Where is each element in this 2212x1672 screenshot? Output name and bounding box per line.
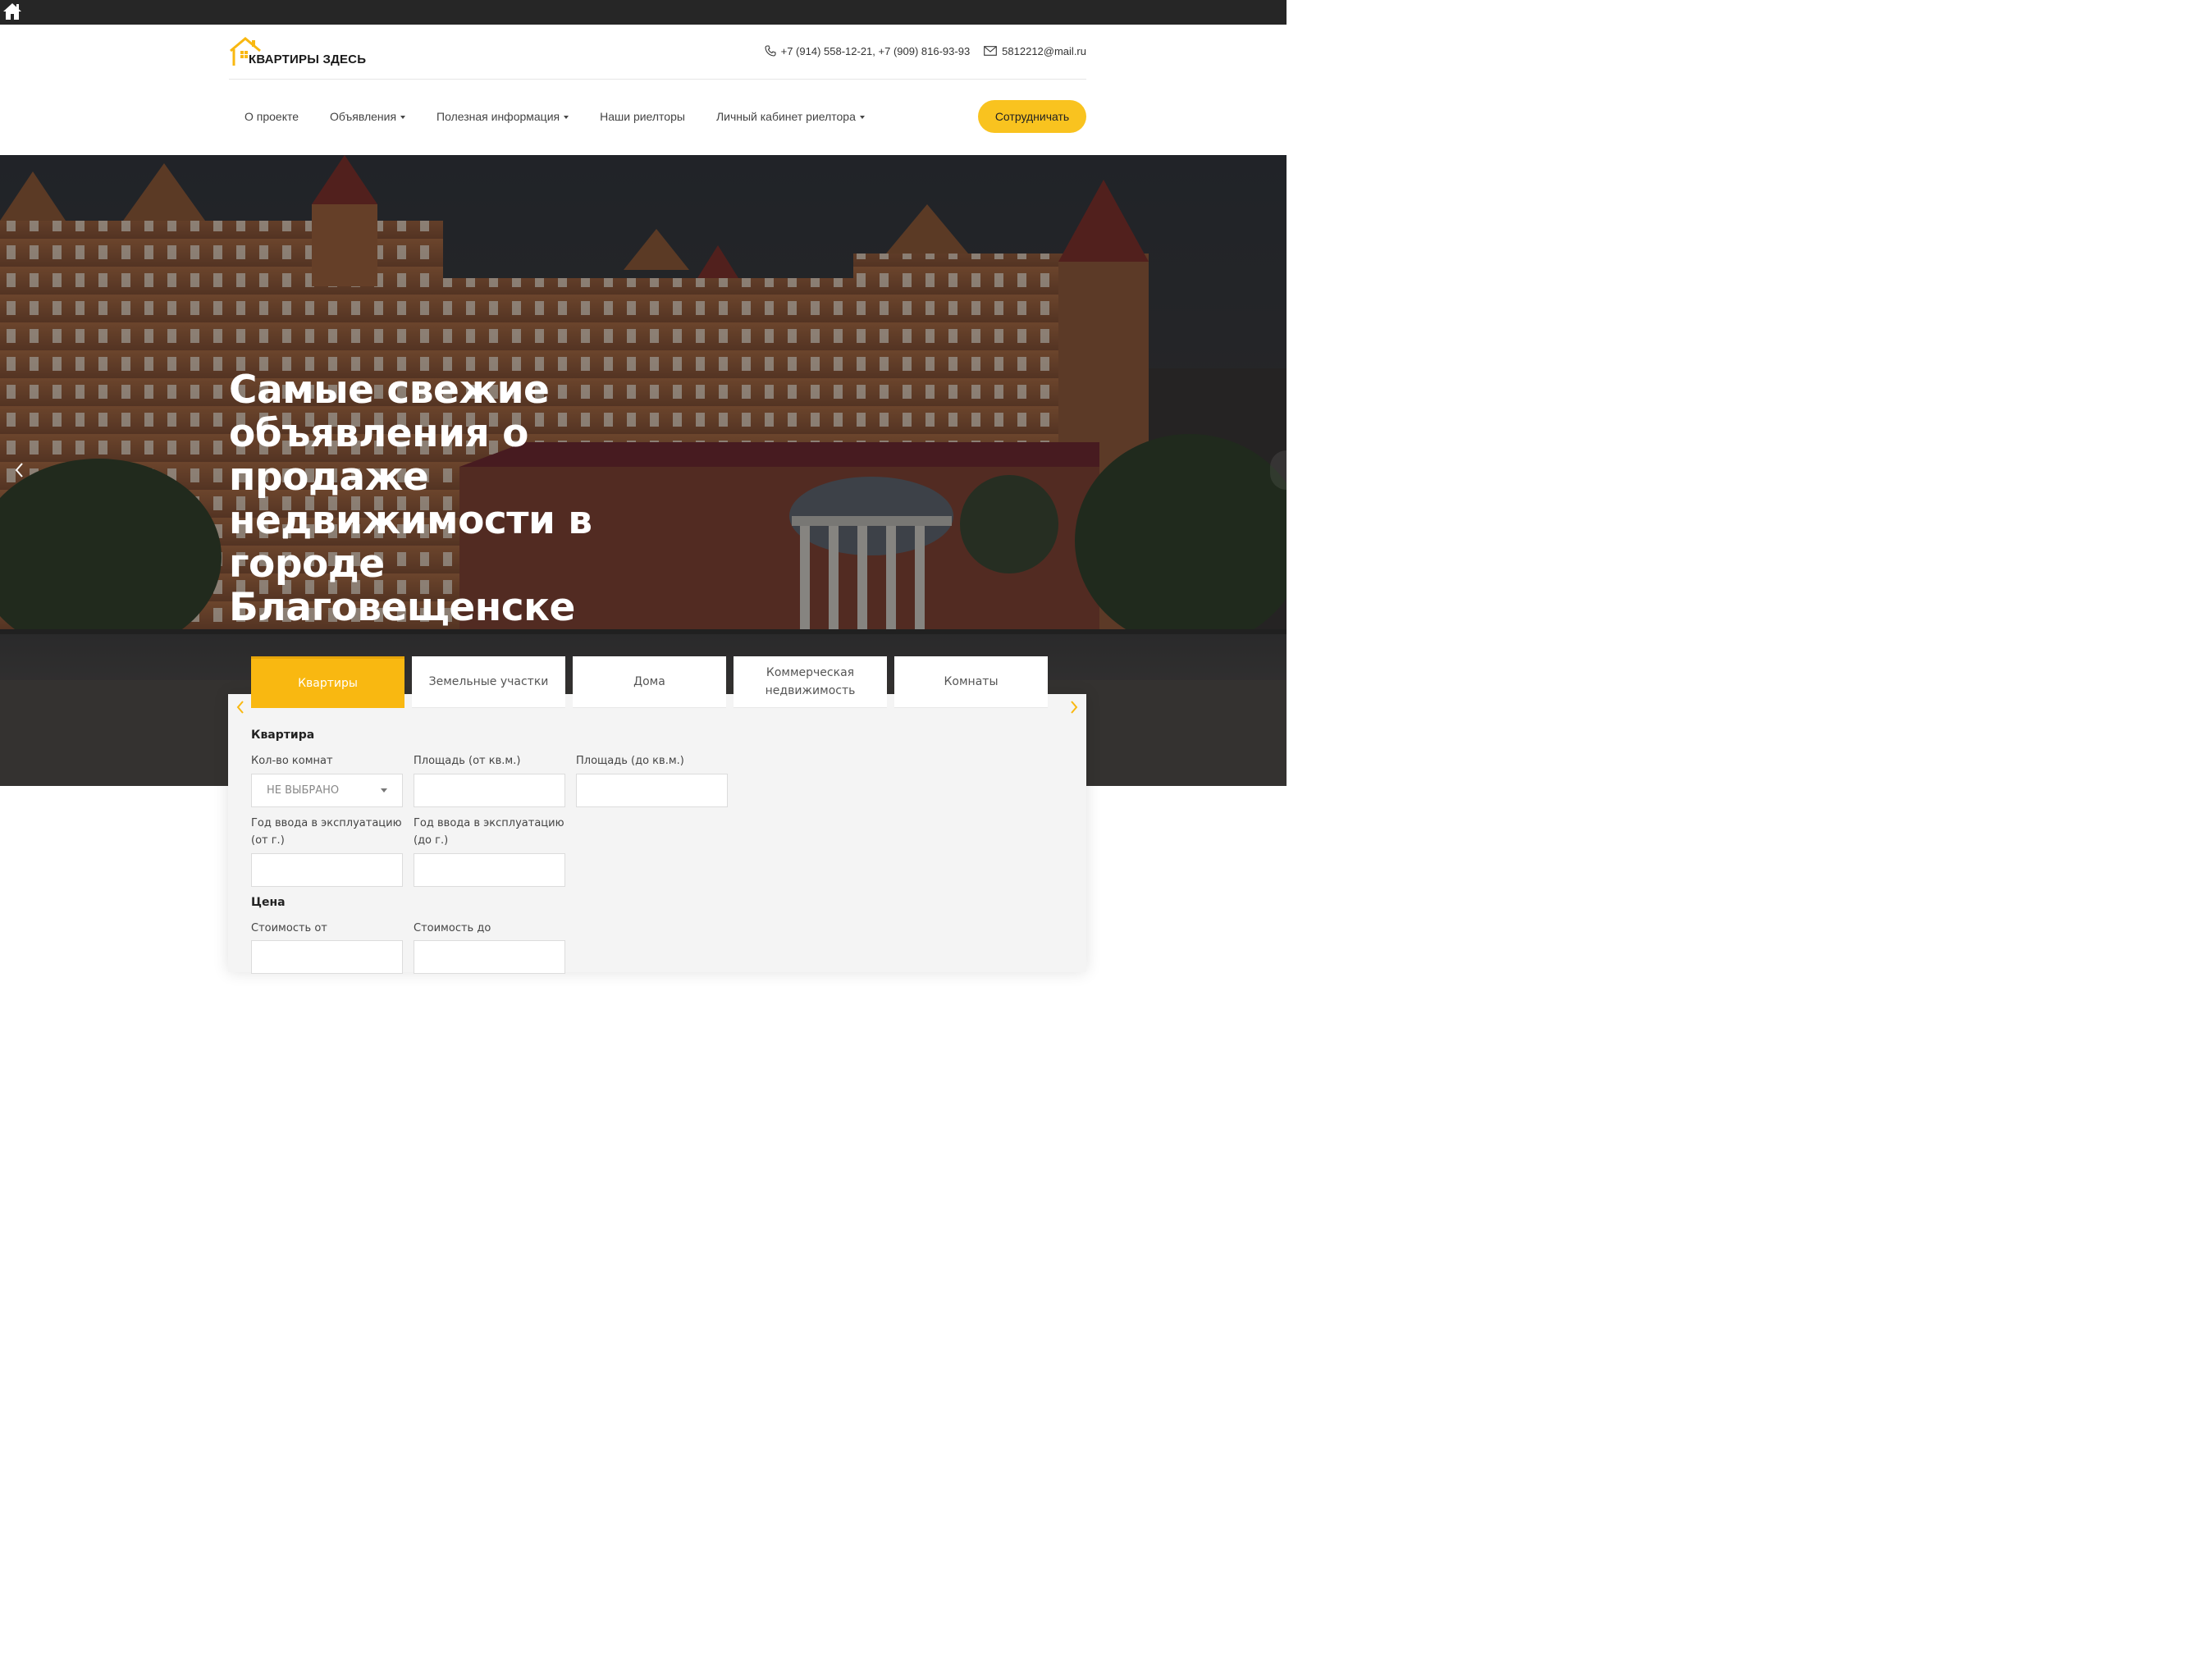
phone-text: +7 (914) 558-12-21, +7 (909) 816-93-93 (780, 44, 971, 57)
section-apartment-title: Квартира (251, 729, 315, 742)
rooms-select-value: НЕ ВЫБРАНО (267, 784, 340, 797)
tab-land[interactable]: Земельные участки (412, 656, 565, 708)
year-from-label: Год ввода в эксплуатацию (от г.) (251, 817, 402, 847)
nav-useful-info[interactable]: Полезная информация (421, 110, 584, 123)
tab-houses[interactable]: Дома (573, 656, 726, 708)
main-nav: О проекте Объявления Полезная информация… (229, 100, 880, 133)
price-from-input[interactable] (251, 940, 403, 974)
price-from-label: Стоимость от (251, 922, 327, 934)
phone-icon (765, 45, 776, 57)
tab-rooms[interactable]: Комнаты (894, 656, 1048, 708)
hero-title: Самые свежие объявления о продаже недвиж… (229, 368, 592, 630)
area-to-label: Площадь (до кв.м.) (576, 755, 684, 767)
phone-contact[interactable]: +7 (914) 558-12-21, +7 (909) 816-93-93 (765, 44, 971, 57)
nav-listings-label: Объявления (330, 110, 397, 123)
nav-realtor-account[interactable]: Личный кабинет риелтора (701, 110, 880, 123)
year-to-input[interactable] (414, 853, 565, 887)
nav-useful-info-label: Полезная информация (436, 110, 560, 123)
header-divider (229, 79, 1086, 80)
tab-apartments[interactable]: Квартиры (251, 656, 404, 708)
section-price-title: Цена (251, 896, 286, 909)
site-header: КВАРТИРЫ ЗДЕСЬ +7 (914) 558-12-21, +7 (9… (0, 25, 1287, 155)
property-type-tabs: Квартиры Земельные участки Дома Коммерче… (251, 656, 1055, 709)
area-to-input[interactable] (576, 774, 728, 807)
rooms-select[interactable]: НЕ ВЫБРАНО (251, 774, 403, 807)
year-from-input[interactable] (251, 853, 403, 887)
logo-text: КВАРТИРЫ ЗДЕСЬ (249, 53, 367, 66)
cooperate-button[interactable]: Сотрудничать (978, 100, 1086, 133)
area-from-input[interactable] (414, 774, 565, 807)
area-from-label: Площадь (от кв.м.) (414, 755, 521, 767)
select-caret-icon (381, 788, 387, 793)
email-contact[interactable]: 5812212@mail.ru (984, 45, 1086, 57)
rooms-label: Кол-во комнат (251, 755, 333, 767)
caret-down-icon (564, 116, 569, 119)
email-text: 5812212@mail.ru (1002, 44, 1086, 57)
tabs-prev-icon[interactable] (235, 699, 246, 715)
contacts: +7 (914) 558-12-21, +7 (909) 816-93-93 5… (765, 43, 1086, 59)
nav-about[interactable]: О проекте (229, 110, 314, 123)
nav-realtor-account-label: Личный кабинет риелтора (715, 110, 856, 123)
tab-commercial[interactable]: Коммерческая недвижимость (734, 656, 887, 708)
nav-realtors[interactable]: Наши риелторы (584, 110, 701, 123)
year-to-label: Год ввода в эксплуатацию (до г.) (414, 817, 564, 847)
nav-realtors-label: Наши риелторы (600, 110, 685, 123)
nav-listings[interactable]: Объявления (314, 110, 421, 123)
envelope-icon (984, 46, 998, 56)
top-bar (0, 0, 1287, 25)
price-to-input[interactable] (414, 940, 565, 974)
tabs-next-icon[interactable] (1068, 699, 1080, 715)
slider-prev-icon[interactable] (11, 460, 28, 480)
home-icon[interactable] (2, 2, 22, 21)
logo[interactable]: КВАРТИРЫ ЗДЕСЬ (229, 36, 377, 71)
caret-down-icon (859, 116, 865, 119)
caret-down-icon (400, 116, 406, 119)
price-to-label: Стоимость до (414, 922, 491, 934)
nav-about-label: О проекте (245, 110, 299, 123)
